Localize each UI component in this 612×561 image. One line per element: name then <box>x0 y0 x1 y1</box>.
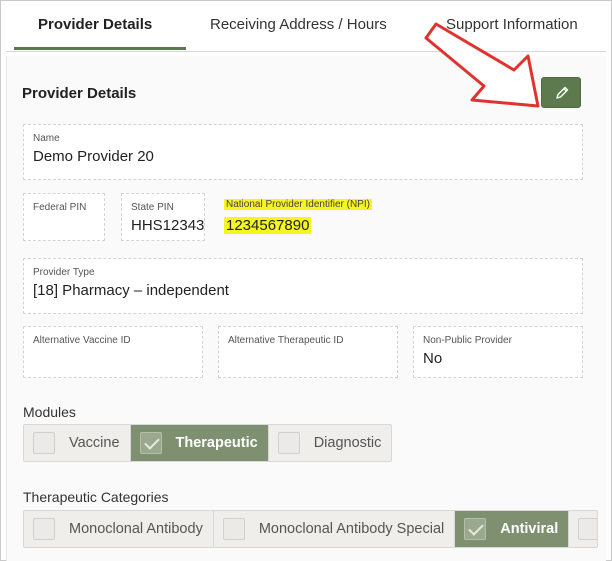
state-pin-value: HHS123432 <box>131 217 205 234</box>
checkbox[interactable] <box>222 518 245 540</box>
federal-pin-field: Federal PIN <box>23 193 105 241</box>
module-label-therapeutic: Therapeutic <box>175 435 258 451</box>
modules-toggle-group: Vaccine Therapeutic Diagnostic <box>23 424 393 462</box>
non-public-provider-field: Non-Public Provider No <box>413 326 583 378</box>
non-public-provider-value: No <box>423 350 443 367</box>
active-tab-indicator <box>14 47 186 50</box>
module-toggle-therapeutic[interactable]: Therapeutic <box>130 425 269 461</box>
category-toggle-monoclonal-antibody-special[interactable]: Monoclonal Antibody Special <box>214 511 456 547</box>
name-field: Name Demo Provider 20 <box>23 124 583 180</box>
npi-field: National Provider Identifier (NPI) 12345… <box>218 193 418 241</box>
category-label-monoclonal-antibody-special: Monoclonal Antibody Special <box>258 521 445 537</box>
section-title: Provider Details <box>22 85 137 102</box>
state-pin-field: State PIN HHS123432 <box>121 193 205 241</box>
npi-value: 1234567890 <box>224 217 312 234</box>
therapeutic-categories-toggle-group: Monoclonal Antibody Monoclonal Antibody … <box>23 510 598 548</box>
modules-label: Modules <box>23 404 76 420</box>
name-value: Demo Provider 20 <box>33 148 154 165</box>
provider-type-label: Provider Type <box>33 267 95 278</box>
npi-label: National Provider Identifier (NPI) <box>224 199 372 210</box>
checkbox-checked[interactable] <box>464 518 487 540</box>
non-public-provider-label: Non-Public Provider <box>423 335 512 346</box>
category-label-monoclonal-antibody: Monoclonal Antibody <box>69 521 203 537</box>
therapeutic-categories-label: Therapeutic Categories <box>23 489 169 505</box>
pencil-icon <box>556 86 569 99</box>
alt-vaccine-id-field: Alternative Vaccine ID <box>23 326 203 378</box>
tab-receiving-address[interactable]: Receiving Address / Hours <box>210 16 387 33</box>
provider-type-value: [18] Pharmacy – independent <box>33 282 229 299</box>
category-toggle-antiviral[interactable]: Antiviral <box>455 511 570 547</box>
module-toggle-diagnostic[interactable]: Diagnostic <box>269 425 392 461</box>
tab-bar: Provider Details Receiving Address / Hou… <box>6 0 606 52</box>
federal-pin-label: Federal PIN <box>33 202 87 213</box>
checkbox-checked[interactable] <box>139 432 162 454</box>
module-label-diagnostic: Diagnostic <box>313 435 382 451</box>
alt-vaccine-id-label: Alternative Vaccine ID <box>33 335 131 346</box>
checkbox[interactable] <box>578 518 597 540</box>
tab-provider-details[interactable]: Provider Details <box>38 16 152 33</box>
state-pin-label: State PIN <box>131 202 174 213</box>
edit-button[interactable] <box>541 77 581 108</box>
category-toggle-monoclonal-antibody[interactable]: Monoclonal Antibody <box>24 511 214 547</box>
checkbox[interactable] <box>33 518 55 540</box>
category-label-antiviral: Antiviral <box>500 521 559 537</box>
module-label-vaccine: Vaccine <box>69 435 120 451</box>
tab-support-information[interactable]: Support Information <box>446 16 578 33</box>
alt-therapeutic-id-field: Alternative Therapeutic ID <box>218 326 398 378</box>
alt-therapeutic-id-label: Alternative Therapeutic ID <box>228 335 344 346</box>
checkbox[interactable] <box>277 432 300 454</box>
module-toggle-vaccine[interactable]: Vaccine <box>24 425 131 461</box>
name-label: Name <box>33 133 60 144</box>
provider-type-field: Provider Type [18] Pharmacy – independen… <box>23 258 583 314</box>
checkbox[interactable] <box>33 432 55 454</box>
category-toggle-overflow[interactable] <box>569 511 597 547</box>
